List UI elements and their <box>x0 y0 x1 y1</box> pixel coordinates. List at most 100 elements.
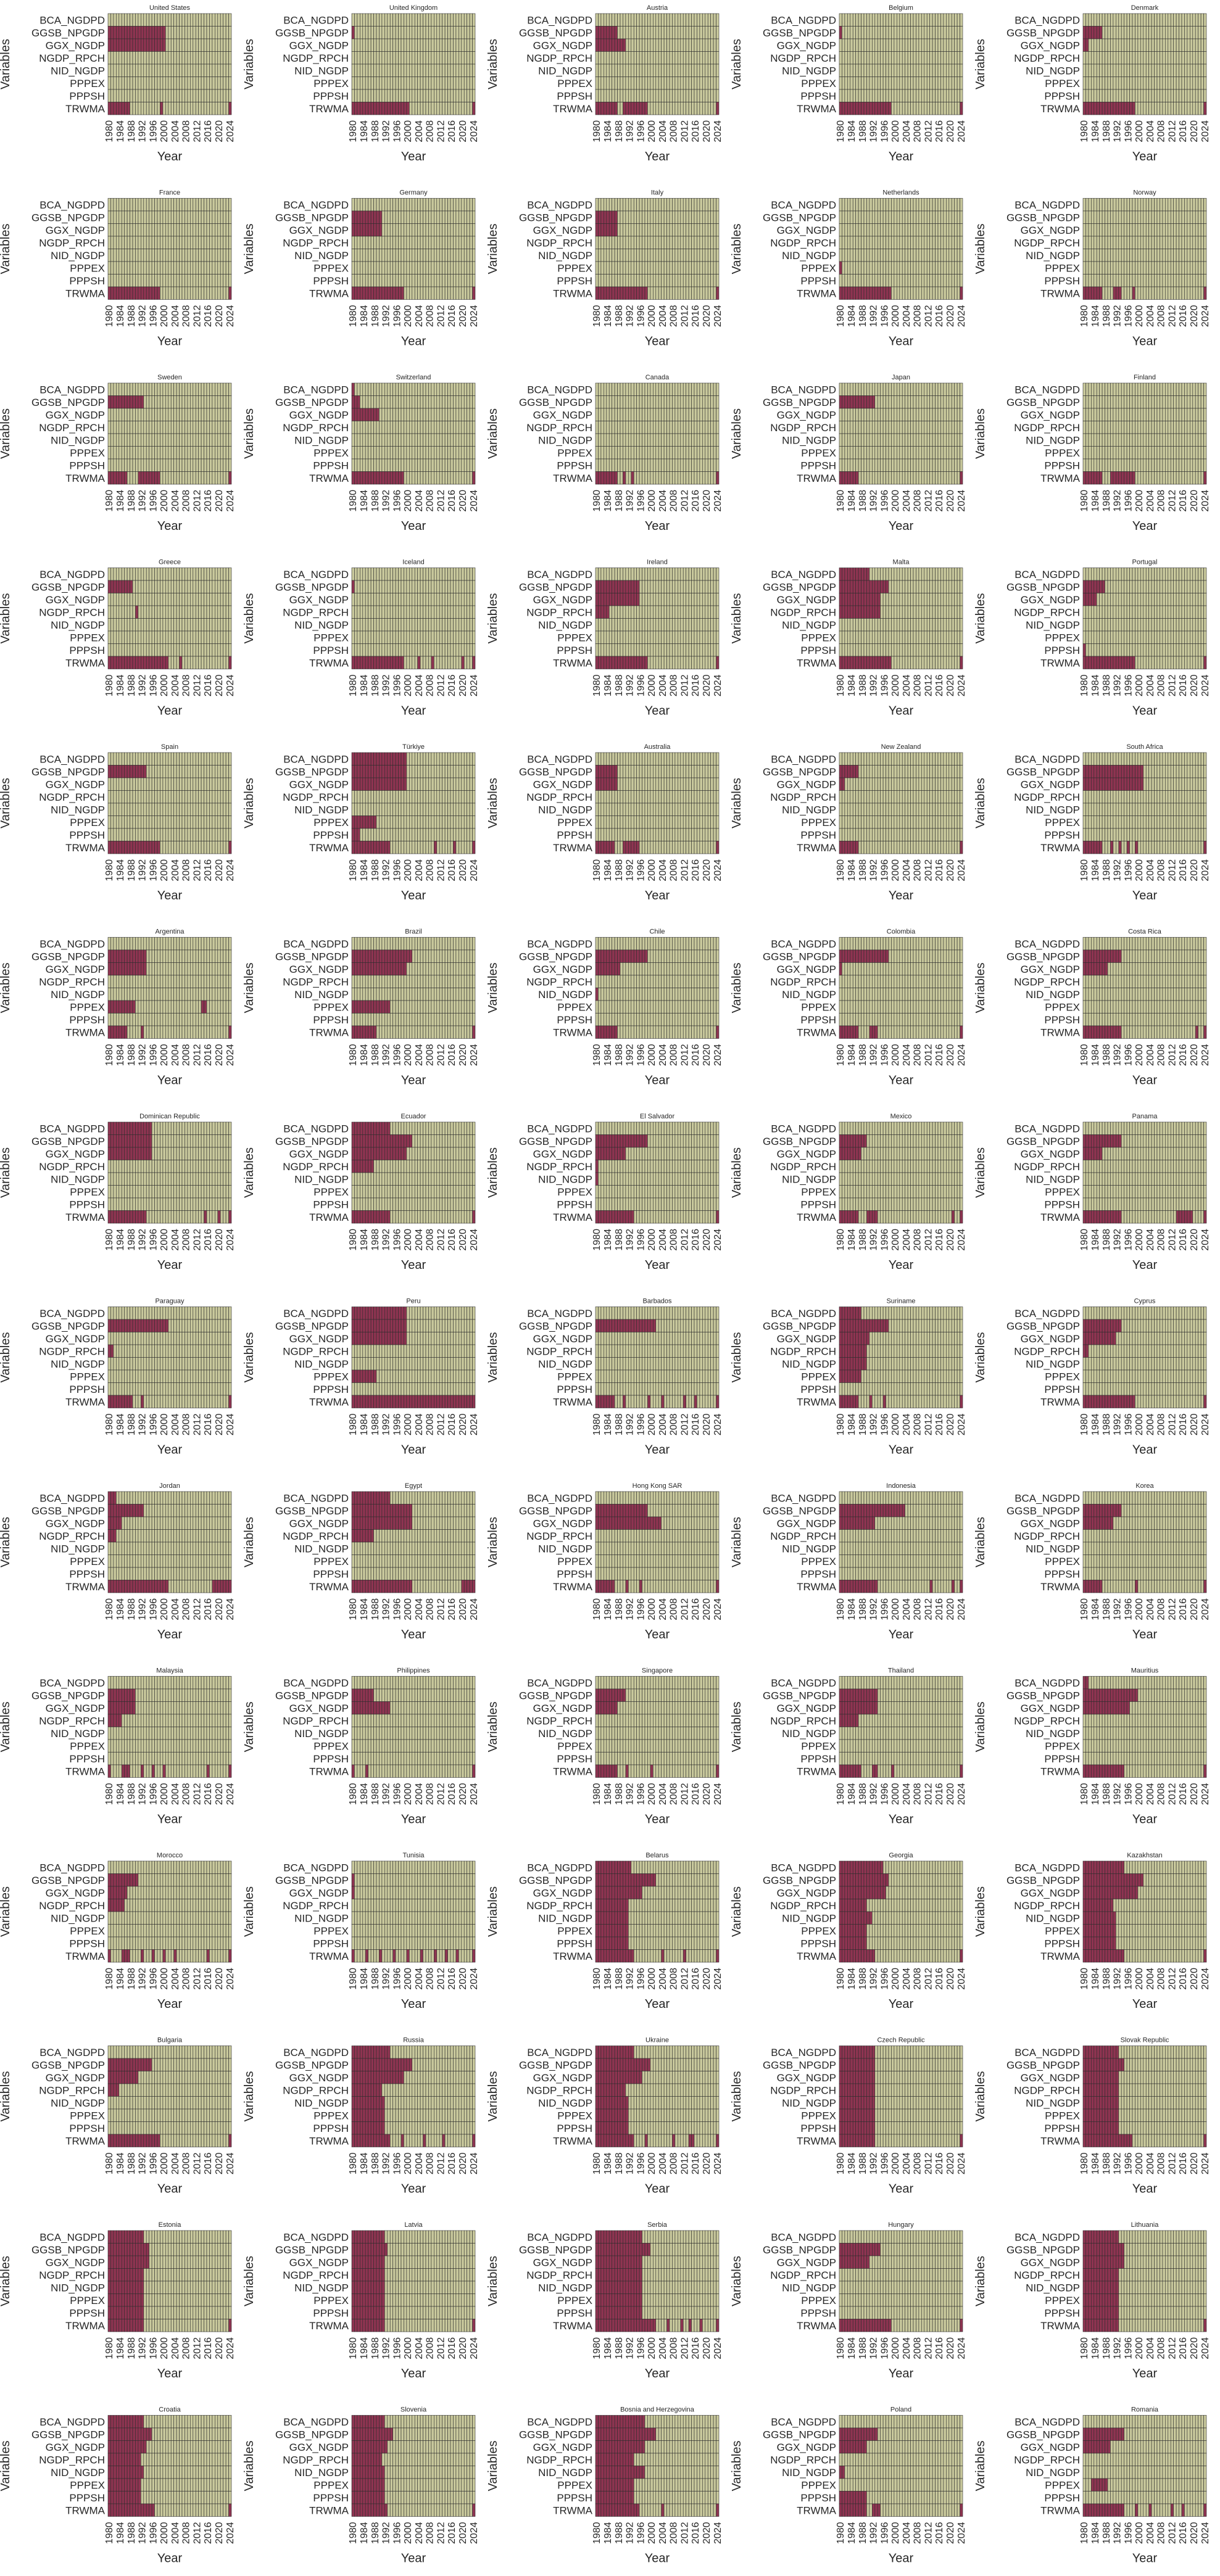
heatmap-cell <box>631 89 634 102</box>
heatmap-cell <box>467 64 470 77</box>
heatmap-cell <box>595 27 598 39</box>
heatmap-cell <box>404 77 406 90</box>
heatmap-cell <box>201 89 204 102</box>
heatmap-cell <box>149 77 152 90</box>
heatmap-cell <box>144 89 146 102</box>
heatmap-cell <box>180 52 182 65</box>
heatmap-cell <box>418 89 420 102</box>
panel-title: United States <box>149 4 191 12</box>
heatmap-cell <box>133 27 135 39</box>
heatmap-cell <box>185 52 187 65</box>
heatmap-cell <box>700 27 702 39</box>
heatmap-cell <box>399 14 401 27</box>
heatmap-cell <box>363 14 365 27</box>
heatmap-cell <box>645 14 647 27</box>
heatmap-cell <box>434 27 436 39</box>
heatmap-cell <box>628 39 631 52</box>
heatmap-cell <box>473 89 475 102</box>
heatmap-cell <box>119 102 122 115</box>
heatmap-cell <box>125 52 127 65</box>
heatmap-cell <box>716 77 719 90</box>
heatmap-cell <box>157 39 160 52</box>
heatmap-cell <box>165 27 168 39</box>
heatmap-cell <box>365 102 368 115</box>
heatmap-cell <box>215 89 217 102</box>
heatmap-cell <box>650 14 653 27</box>
heatmap-cell <box>642 102 645 115</box>
heatmap-cell <box>182 39 185 52</box>
heatmap-cell <box>681 89 683 102</box>
heatmap-cell <box>207 102 209 115</box>
heatmap-cell <box>672 64 674 77</box>
heatmap-cell <box>418 39 420 52</box>
heatmap-cell <box>354 89 357 102</box>
heatmap-cell <box>220 102 223 115</box>
heatmap-cell <box>141 27 143 39</box>
heatmap-cell <box>393 27 396 39</box>
heatmap-cell <box>114 14 116 27</box>
heatmap-cell <box>672 89 674 102</box>
heatmap-cell <box>204 89 207 102</box>
x-tick-label: 2024 <box>469 120 479 142</box>
heatmap-cell <box>365 77 368 90</box>
heatmap-cell <box>152 39 154 52</box>
heatmap-cell <box>711 52 713 65</box>
heatmap-cell <box>163 52 165 65</box>
heatmap-cell <box>675 77 678 90</box>
heatmap-cell <box>448 102 450 115</box>
heatmap-cell <box>146 102 149 115</box>
heatmap-cell <box>664 102 666 115</box>
heatmap-cell <box>415 39 417 52</box>
heatmap-cell <box>409 102 412 115</box>
heatmap-cell <box>470 102 472 115</box>
heatmap-cell <box>125 64 127 77</box>
heatmap-cell <box>634 27 636 39</box>
heatmap-cell <box>223 64 226 77</box>
heatmap-cell <box>462 102 464 115</box>
y-tick-label: TRWMA <box>309 103 349 115</box>
heatmap-cell <box>428 64 431 77</box>
heatmap-cell <box>110 77 113 90</box>
heatmap-cell <box>135 89 138 102</box>
heatmap-cell <box>396 39 398 52</box>
heatmap-cell <box>664 27 666 39</box>
heatmap-cell <box>152 27 154 39</box>
heatmap-cell <box>204 27 207 39</box>
heatmap-cell <box>182 14 185 27</box>
heatmap-cell <box>155 102 157 115</box>
heatmap-cell <box>708 89 710 102</box>
heatmap-cell <box>842 14 844 27</box>
heatmap-cell <box>623 89 625 102</box>
heatmap-cell <box>404 39 406 52</box>
heatmap-cell <box>672 52 674 65</box>
heatmap-cell <box>716 89 719 102</box>
heatmap-cell <box>692 89 694 102</box>
heatmap-cell <box>127 102 130 115</box>
heatmap-cell <box>464 77 467 90</box>
heatmap-cell <box>119 64 122 77</box>
heatmap-cell <box>637 27 639 39</box>
heatmap-cell <box>700 39 702 52</box>
heatmap-cell <box>459 39 461 52</box>
heatmap-cell <box>426 27 428 39</box>
heatmap-cell <box>220 14 223 27</box>
heatmap-cell <box>182 89 185 102</box>
heatmap-cell <box>399 89 401 102</box>
heatmap-cell <box>656 27 658 39</box>
heatmap-cell <box>229 89 231 102</box>
heatmap-cell <box>371 52 373 65</box>
heatmap-cell <box>376 52 379 65</box>
heatmap-cell <box>404 14 406 27</box>
heatmap-cell <box>212 102 215 115</box>
heatmap-cell <box>708 27 710 39</box>
heatmap-cell <box>689 89 691 102</box>
heatmap-cell <box>456 89 459 102</box>
heatmap-cell <box>108 102 110 115</box>
heatmap-cell <box>141 39 143 52</box>
heatmap-cell <box>209 77 212 90</box>
heatmap-cell <box>201 39 204 52</box>
heatmap-cell <box>634 39 636 52</box>
heatmap-cell <box>623 27 625 39</box>
heatmap-cell <box>711 39 713 52</box>
heatmap-cell <box>612 39 615 52</box>
